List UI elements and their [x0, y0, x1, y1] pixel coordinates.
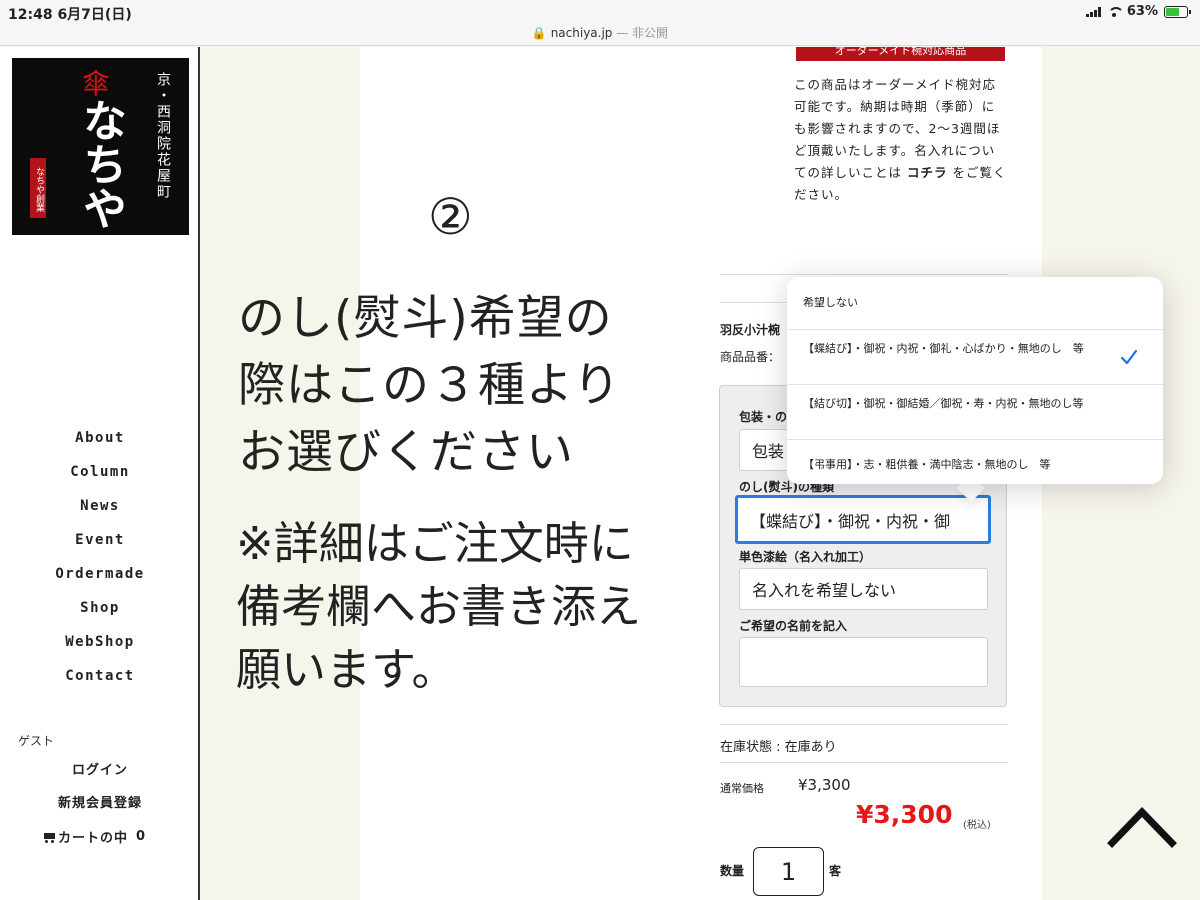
sale-price: ¥3,300 [856, 800, 953, 829]
ordermade-badge: オーダーメイド椀対応商品 [796, 47, 1005, 61]
name-input[interactable] [739, 637, 988, 687]
note-line: 備考欄へお書き添え [236, 580, 642, 633]
noshi-dropdown: 希望しない 【蝶結び】・御祝・内祝・御礼・心ばかり・無地のし 等 【結び切】・御… [787, 277, 1163, 484]
dropdown-option-selected[interactable]: 【蝶結び】・御祝・内祝・御礼・心ばかり・無地のし 等 [803, 340, 1103, 358]
sidebar: 傘 京・西洞院花屋町 なちや なちや創業 About Column News E… [0, 47, 200, 900]
url-private: — 非公開 [612, 26, 669, 40]
product-name: 羽反小汁椀 [720, 323, 781, 337]
logo-address: 京・西洞院花屋町 [155, 72, 171, 200]
battery-icon [1164, 5, 1191, 18]
option-divider [787, 329, 1163, 330]
nav-item-webshop[interactable]: WebShop [0, 634, 200, 668]
option-divider [787, 384, 1163, 385]
product-description: この商品はオーダーメイド椀対応可能です。納期は時期（季節）にも影響されますので、… [794, 74, 1008, 206]
instruction-line: のし(熨斗)希望の [238, 291, 613, 346]
note-line: 願います。 [236, 643, 457, 696]
tax-note: (税込) [963, 820, 991, 831]
nav-item-column[interactable]: Column [0, 464, 200, 498]
divider [720, 302, 788, 303]
regular-price: ¥3,300 [798, 776, 851, 794]
status-bar: 12:48 6月7日(日) 🔒 nachiya.jp — 非公開 63% [0, 0, 1200, 46]
step-number: ② [428, 188, 473, 246]
name-label: ご希望の名前を記入 [739, 619, 848, 633]
instruction-text: のし(熨斗)希望の 際はこの３種より お選びください [238, 285, 621, 486]
paint-select[interactable]: 名入れを希望しない [739, 568, 988, 610]
product-code-label: 商品品番： [720, 350, 781, 364]
guest-label: ゲスト [18, 734, 55, 748]
nav-item-about[interactable]: About [0, 430, 200, 464]
dropdown-option[interactable]: 希望しない [803, 294, 1103, 312]
quantity-label: 数量 [720, 864, 745, 878]
noshi-select[interactable]: 【蝶結び】・御祝・内祝・御 [735, 495, 991, 544]
details-link[interactable]: コチラ [907, 165, 948, 180]
nav-item-ordermade[interactable]: Ordermade [0, 566, 200, 600]
lock-icon: 🔒 [531, 26, 547, 40]
nav-item-contact[interactable]: Contact [0, 668, 200, 702]
cart-count: 0 [136, 829, 147, 844]
site-logo[interactable]: 傘 京・西洞院花屋町 なちや なちや創業 [12, 58, 189, 235]
nav-item-news[interactable]: News [0, 498, 200, 532]
wifi-icon [1107, 6, 1124, 17]
quantity-input[interactable]: 1 [753, 847, 824, 896]
option-divider [787, 439, 1163, 440]
nav-item-event[interactable]: Event [0, 532, 200, 566]
divider [720, 762, 1008, 763]
stock-status: 在庫状態 : 在庫あり [720, 740, 837, 755]
dropdown-option[interactable]: 【弔事用】・志・粗供養・満中陰志・無地のし 等 [803, 456, 1103, 474]
main-nav: About Column News Event Ordermade Shop W… [0, 430, 200, 702]
umbrella-icon: 傘 [82, 67, 111, 100]
note-line: ※詳細はご注文時に [236, 517, 634, 570]
note-text: ※詳細はご注文時に 備考欄へお書き添え 願います。 [236, 512, 641, 701]
regular-price-label: 通常価格 [720, 782, 764, 795]
instruction-line: 際はこの３種より [238, 358, 622, 413]
signal-icon [1085, 6, 1101, 17]
back-to-top-icon[interactable] [1107, 798, 1177, 848]
login-link[interactable]: ログイン [0, 759, 200, 778]
battery-percent: 63% [1126, 4, 1158, 19]
divider [720, 724, 1008, 725]
instruction-line: お選びください [238, 425, 574, 480]
wrap-label: 包装・の [739, 410, 788, 424]
status-indicators: 63% [1085, 4, 1191, 19]
quantity-unit: 客 [829, 864, 842, 878]
divider [720, 274, 1008, 275]
paint-label: 単色漆絵（名入れ加工） [739, 550, 872, 564]
cart-icon [42, 832, 56, 843]
url-bar[interactable]: 🔒 nachiya.jp — 非公開 [0, 24, 1200, 41]
cart-label: カートの中 [58, 831, 129, 846]
register-link[interactable]: 新規会員登録 [0, 792, 200, 811]
nav-item-shop[interactable]: Shop [0, 600, 200, 634]
logo-stamp: なちや創業 [30, 158, 46, 218]
cart-link[interactable]: カートの中 0 [42, 827, 146, 846]
dropdown-option[interactable]: 【結び切】・御祝・御結婚／御祝・寿・内祝・無地のし等 [803, 395, 1103, 413]
checkmark-icon [1120, 349, 1138, 365]
logo-name: なちや [75, 98, 126, 230]
status-time: 12:48 6月7日(日) [8, 7, 132, 23]
url-domain: nachiya.jp [550, 26, 613, 40]
